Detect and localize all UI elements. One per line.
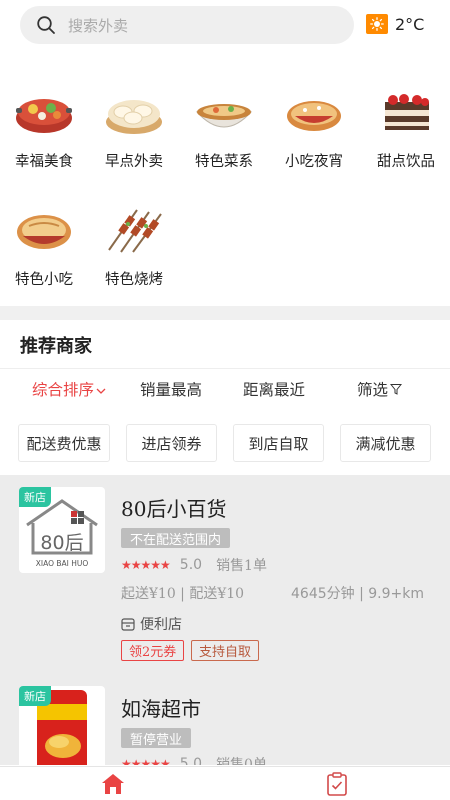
skewers-icon — [108, 209, 162, 253]
store-logo: 新店 80后 XIAO BAI HUO — [19, 487, 105, 573]
pickup-badge: 支持自取 — [191, 640, 260, 661]
noodle-bowl-icon — [195, 104, 253, 128]
temperature: 2°C — [395, 14, 425, 34]
distance-info: 4645分钟 | 9.9+km — [291, 586, 424, 602]
orders-icon[interactable] — [324, 772, 350, 796]
delivery-info: 起送¥10 | 配送¥10 — [121, 586, 245, 602]
top-bar: 搜索外卖 2°C — [0, 0, 450, 50]
rating-score: 5.0 — [179, 557, 203, 573]
logo-text: 80后 — [40, 532, 83, 554]
category-label: 小吃夜宵 — [285, 154, 343, 170]
logo-subtext: XIAO BAI HUO — [36, 559, 89, 568]
category-item-hotpot[interactable]: 幸福美食 — [0, 78, 89, 171]
store-name: 如海超市 — [121, 697, 201, 721]
store-type: 便利店 — [121, 614, 182, 634]
rating-stars-icon: ★★★★★ — [121, 558, 171, 572]
section-title: 推荐商家 — [20, 336, 92, 357]
tag-delivery-discount[interactable]: 配送费优惠 — [18, 424, 110, 462]
sun-icon — [366, 14, 388, 34]
tag-self-pickup[interactable]: 到店自取 — [233, 424, 324, 462]
shop-icon — [121, 617, 135, 631]
sales-count: 销售1单 — [216, 558, 267, 574]
store-list: 新店 80后 XIAO BAI HUO 80后小百货 不在配送范围内 ★★★★★… — [0, 475, 450, 765]
weather-widget[interactable]: 2°C — [366, 14, 424, 34]
sort-filter[interactable]: 筛选 — [357, 378, 403, 400]
new-store-badge: 新店 — [19, 487, 51, 507]
category-label: 特色菜系 — [195, 154, 253, 170]
sales-count: 销售0单 — [216, 757, 267, 765]
category-label: 甜点饮品 — [377, 154, 435, 170]
sort-label: 筛选 — [357, 381, 389, 399]
sort-comprehensive[interactable]: 综合排序 — [32, 378, 106, 400]
filter-icon — [389, 384, 403, 395]
category-item-snack[interactable]: 小吃夜宵 — [269, 78, 359, 171]
store-rating: ★★★★★ 5.0 销售1单 — [121, 555, 267, 575]
category-item-local-snack[interactable]: 特色小吃 — [0, 196, 89, 289]
search-bar[interactable]: 搜索外卖 — [20, 6, 354, 44]
store-status: 暂停营业 — [121, 728, 192, 748]
category-item-dessert[interactable]: 甜点饮品 — [361, 78, 450, 171]
category-grid: 幸福美食 早点外卖 特色菜系 小吃夜宵 甜点饮品 特色小吃 特色烧烤 — [0, 50, 450, 305]
home-icon[interactable] — [100, 772, 126, 796]
category-label: 幸福美食 — [15, 154, 73, 170]
bottom-nav — [0, 766, 450, 800]
store-name: 80后小百货 — [121, 497, 227, 521]
store-type-label: 便利店 — [140, 617, 182, 633]
flatbread-sandwich-icon — [287, 101, 341, 131]
store-status: 不在配送范围内 — [121, 528, 231, 548]
search-icon — [37, 16, 55, 34]
category-item-cuisine[interactable]: 特色菜系 — [179, 78, 269, 171]
rating-score: 5.0 — [179, 756, 203, 765]
sort-bar: 综合排序 销量最高 距离最近 筛选 — [0, 378, 450, 404]
category-label: 早点外卖 — [105, 154, 163, 170]
sort-sales[interactable]: 销量最高 — [140, 378, 202, 400]
search-placeholder: 搜索外卖 — [68, 16, 129, 35]
sort-distance[interactable]: 距离最近 — [243, 378, 305, 400]
roujiamo-icon — [17, 215, 71, 249]
chevron-down-icon — [96, 388, 106, 394]
tag-full-reduction[interactable]: 满减优惠 — [340, 424, 431, 462]
store-logo: 新店 — [19, 686, 105, 765]
sort-label: 综合排序 — [32, 381, 95, 399]
category-label: 特色烧烤 — [105, 272, 163, 288]
steamed-bun-icon — [106, 100, 162, 134]
category-label: 特色小吃 — [15, 272, 73, 288]
new-store-badge: 新店 — [19, 686, 51, 706]
divider — [0, 368, 450, 369]
coupon-badge[interactable]: 领2元券 — [121, 640, 185, 661]
store-rating: ★★★★★ 5.0 销售0单 — [121, 754, 267, 765]
cake-icon — [385, 94, 429, 130]
rating-stars-icon: ★★★★★ — [121, 757, 171, 765]
tag-store-coupon[interactable]: 进店领券 — [126, 424, 217, 462]
category-item-bbq[interactable]: 特色烧烤 — [89, 196, 179, 289]
section-divider — [0, 306, 450, 320]
hotpot-icon — [16, 99, 72, 133]
category-item-breakfast[interactable]: 早点外卖 — [89, 78, 179, 171]
